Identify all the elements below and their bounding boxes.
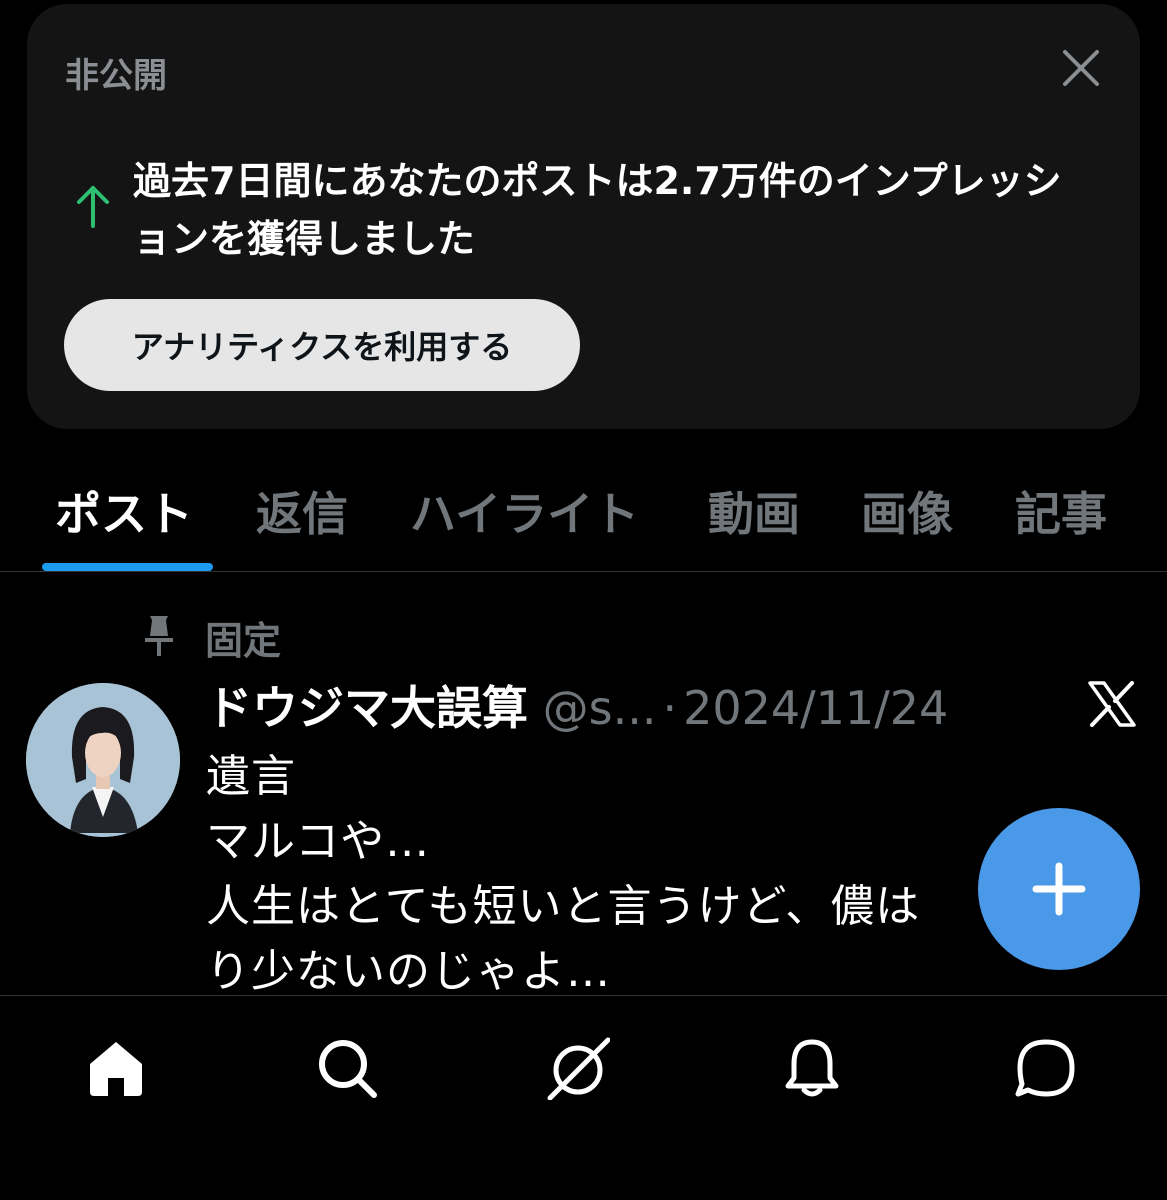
use-analytics-button[interactable]: アナリティクスを利用する bbox=[64, 299, 580, 391]
home-icon[interactable] bbox=[84, 1036, 148, 1100]
post-separator: · bbox=[662, 681, 678, 735]
post-date[interactable]: 2024/11/24 bbox=[683, 681, 948, 735]
tabs-divider bbox=[0, 571, 1167, 572]
profile-page: 非公開 過去7日間にあなたのポストは2.7万件のインプレッションを獲得しました … bbox=[0, 0, 1167, 1200]
post-author-name[interactable]: ドウジマ大誤算 bbox=[206, 681, 528, 735]
pin-icon bbox=[145, 616, 173, 656]
plus-icon bbox=[1032, 862, 1086, 916]
post-header: ドウジマ大誤算 @s... · 2024/11/24 bbox=[206, 672, 948, 738]
post-body[interactable]: 遺言 マルコや… 人生はとても短いと言うけど、儂は り少ないのじゃよ… bbox=[206, 744, 996, 996]
post-line: 遺言 bbox=[206, 751, 296, 802]
x-logo-icon bbox=[1088, 681, 1136, 727]
messages-icon[interactable] bbox=[1014, 1036, 1078, 1100]
tab-highlights[interactable]: ハイライト bbox=[410, 478, 639, 544]
search-icon[interactable] bbox=[315, 1036, 379, 1100]
post-line: 人生はとても短いと言うけど、儂は bbox=[206, 881, 921, 932]
profile-tabs: ポスト 返信 ハイライト 動画 画像 記事 bbox=[0, 440, 1167, 572]
post-author-handle[interactable]: @s... bbox=[543, 681, 657, 735]
post-line: り少ないのじゃよ… bbox=[206, 946, 611, 996]
active-tab-indicator bbox=[42, 563, 213, 571]
pinned-label: 固定 bbox=[205, 619, 282, 663]
avatar[interactable] bbox=[26, 683, 180, 837]
tab-images[interactable]: 画像 bbox=[861, 478, 953, 544]
impressions-message: 過去7日間にあなたのポストは2.7万件のインプレッションを獲得しました bbox=[133, 159, 1062, 261]
tab-replies[interactable]: 返信 bbox=[256, 478, 348, 544]
privacy-label: 非公開 bbox=[65, 56, 167, 96]
compose-post-button[interactable] bbox=[978, 808, 1140, 970]
tab-articles[interactable]: 記事 bbox=[1015, 478, 1107, 544]
post-line: マルコや… bbox=[206, 816, 431, 867]
bottom-nav bbox=[0, 995, 1167, 1200]
close-icon[interactable] bbox=[1059, 46, 1103, 90]
grok-icon[interactable] bbox=[546, 1036, 610, 1100]
notifications-icon[interactable] bbox=[780, 1036, 844, 1100]
tab-videos[interactable]: 動画 bbox=[708, 478, 800, 544]
analytics-card: 非公開 過去7日間にあなたのポストは2.7万件のインプレッションを獲得しました … bbox=[27, 4, 1140, 429]
tab-posts[interactable]: ポスト bbox=[55, 478, 193, 544]
trend-up-icon bbox=[77, 186, 109, 228]
